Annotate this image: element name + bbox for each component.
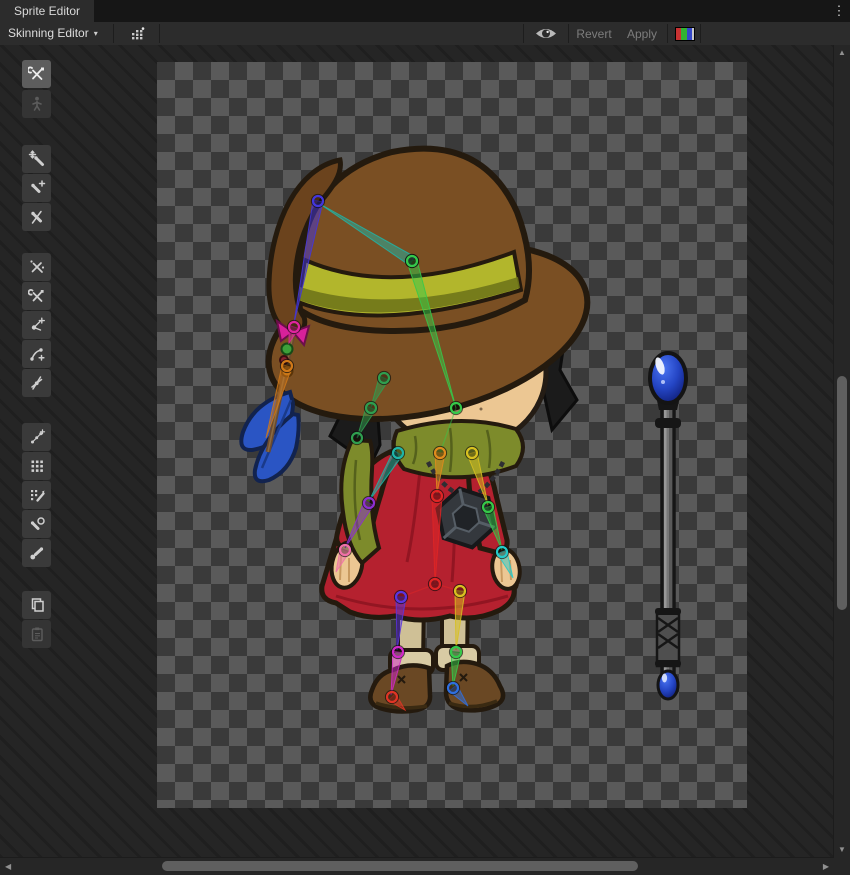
toolbar-separator	[700, 24, 701, 43]
scroll-right-icon[interactable]: ▶	[823, 863, 829, 871]
scroll-down-icon[interactable]: ▼	[838, 846, 846, 854]
split-edge-icon	[28, 374, 46, 392]
tool-create-bone[interactable]	[22, 174, 51, 202]
copy-icon	[28, 596, 46, 614]
tool-create-vertex[interactable]	[22, 311, 51, 339]
toolbar-separator	[667, 24, 668, 43]
sprite-influence-icon	[28, 544, 46, 562]
sprite-canvas[interactable]	[157, 62, 747, 808]
paste-icon	[28, 625, 46, 643]
apply-button[interactable]: Apply	[620, 22, 664, 45]
tab-sprite-editor[interactable]: Sprite Editor	[0, 0, 94, 22]
toolbar-separator	[523, 24, 524, 43]
sprite-editor-window: Sprite Editor ⋮ Skinning Editor ▾	[0, 0, 850, 875]
weight-brush-icon	[28, 486, 46, 504]
visibility-button[interactable]	[530, 22, 562, 45]
toolbar-separator	[113, 24, 114, 43]
bone-influence-icon	[28, 515, 46, 533]
editor-pane	[0, 45, 834, 858]
revert-label: Revert	[576, 27, 611, 41]
auto-geometry-icon	[28, 258, 46, 276]
sprite-frames-button[interactable]	[122, 22, 152, 45]
scroll-up-icon[interactable]: ▲	[838, 49, 846, 57]
auto-weights-icon	[28, 428, 46, 446]
vertical-scrollbar-thumb[interactable]	[837, 376, 847, 610]
revert-button[interactable]: Revert	[571, 22, 617, 45]
edit-bone-icon	[28, 150, 46, 168]
tool-weight-slider[interactable]	[22, 452, 51, 480]
create-edge-icon	[28, 345, 46, 363]
skinning-editor-label: Skinning Editor	[8, 26, 89, 40]
toolbar-separator	[568, 24, 569, 43]
edit-geometry-icon	[28, 287, 46, 305]
scroll-left-icon[interactable]: ◀	[5, 863, 11, 871]
skinning-editor-dropdown[interactable]: Skinning Editor ▾	[0, 22, 106, 45]
create-vertex-icon	[28, 316, 46, 334]
split-bone-icon	[28, 208, 46, 226]
witch-sprite	[241, 149, 605, 712]
tool-edit-bone[interactable]	[22, 145, 51, 173]
tool-split-edge[interactable]	[22, 369, 51, 397]
scrollbar-corner	[834, 858, 850, 875]
tool-skinning-tools[interactable]	[22, 60, 51, 88]
tool-split-bone[interactable]	[22, 203, 51, 231]
toolbar-separator	[159, 24, 160, 43]
tool-bone-influence[interactable]	[22, 510, 51, 538]
sprite-layer	[157, 62, 747, 808]
reset-pose-icon	[28, 95, 46, 113]
tool-auto-geometry[interactable]	[22, 253, 51, 281]
weight-slider-icon	[28, 457, 46, 475]
apply-label: Apply	[627, 27, 657, 41]
tool-create-edge[interactable]	[22, 340, 51, 368]
color-channel-button[interactable]	[672, 22, 698, 45]
dotted-grid-icon	[130, 26, 145, 41]
tool-edit-geometry[interactable]	[22, 282, 51, 310]
vertical-scrollbar[interactable]: ▲ ▼	[833, 45, 850, 858]
skinning-tools-icon	[28, 65, 46, 83]
tool-paste[interactable]	[22, 620, 51, 648]
eye-icon	[535, 26, 557, 41]
tool-reset-pose[interactable]	[22, 90, 51, 118]
tab-strip: Sprite Editor ⋮	[0, 0, 850, 22]
kebab-menu-icon[interactable]: ⋮	[832, 1, 846, 21]
tool-weight-brush[interactable]	[22, 481, 51, 509]
tool-auto-weights[interactable]	[22, 423, 51, 451]
chevron-down-icon: ▾	[94, 29, 98, 38]
tool-sprite-influence[interactable]	[22, 539, 51, 567]
staff-sprite	[650, 353, 686, 699]
create-bone-icon	[28, 179, 46, 197]
toolbar: Skinning Editor ▾ Revert	[0, 22, 850, 45]
tool-copy[interactable]	[22, 591, 51, 619]
horizontal-scrollbar[interactable]: ◀ ▶	[0, 857, 834, 875]
rgb-swatch-icon	[675, 27, 695, 41]
horizontal-scrollbar-thumb[interactable]	[162, 861, 638, 871]
